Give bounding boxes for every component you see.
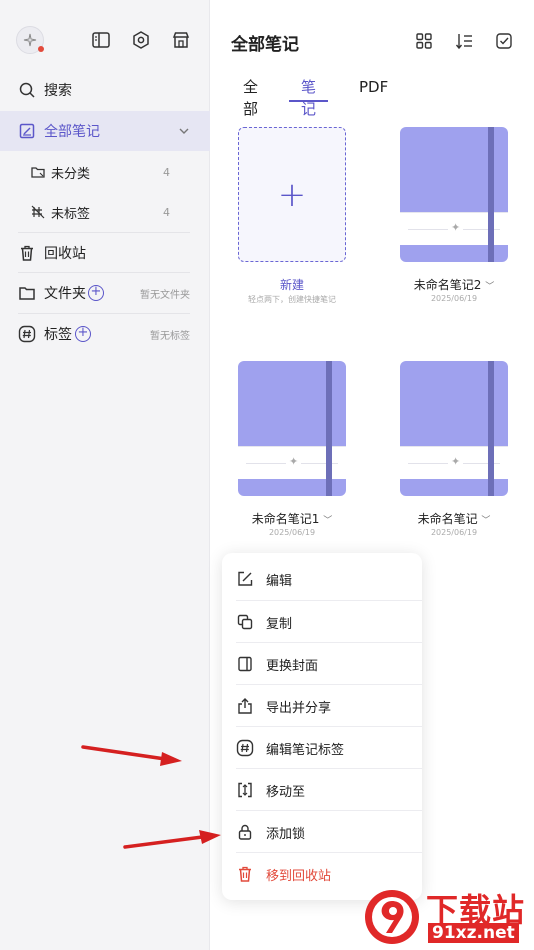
empty-hint: 暂无文件夹 — [140, 289, 190, 301]
select-icon[interactable] — [494, 31, 514, 51]
sidebar-item-label: 搜索 — [44, 83, 72, 99]
settings-icon[interactable] — [130, 29, 152, 51]
folder-icon — [30, 164, 46, 180]
note-band — [326, 361, 332, 496]
sparkle-icon: ✦ — [448, 221, 464, 234]
sidebar-item-search[interactable]: 搜索 — [0, 70, 210, 110]
card-title: 新建 — [279, 278, 304, 292]
note-edit-icon — [18, 122, 36, 140]
note-card[interactable]: ✦ — [400, 361, 508, 496]
sidebar-item-uncategorized[interactable]: 未分类 4 — [0, 152, 210, 192]
menu-item-copy[interactable]: 复制 — [222, 601, 422, 643]
menu-item-label: 移到回收站 — [266, 868, 332, 884]
annotation-arrow — [123, 830, 221, 849]
new-note-card[interactable]: + — [238, 127, 346, 262]
folder-icon — [18, 284, 36, 302]
menu-item-move-to[interactable]: 移动至 — [222, 769, 422, 811]
avatar[interactable] — [16, 26, 44, 54]
annotation-arrow — [81, 745, 182, 766]
sidebar-item-label: 文件夹 — [44, 286, 86, 302]
card-title[interactable]: 未命名笔记 ﹀ — [389, 510, 519, 527]
menu-item-export-share[interactable]: 导出并分享 — [222, 685, 422, 727]
card-date: 2025/06/19 — [430, 294, 478, 303]
menu-item-add-lock[interactable]: 添加锁 — [222, 811, 422, 853]
tab-notes[interactable]: 笔记 — [289, 76, 329, 118]
menu-item-change-cover[interactable]: 更换封面 — [222, 643, 422, 685]
add-folder-button[interactable]: + — [88, 285, 104, 301]
menu-item-edit[interactable]: 编辑 — [222, 558, 422, 600]
untagged-icon — [30, 204, 46, 220]
card-subtitle: 轻点两下，创建快捷笔记 — [248, 295, 336, 304]
empty-hint: 暂无标签 — [150, 330, 190, 342]
card-title[interactable]: 未命名笔记2 ﹀ — [389, 276, 519, 293]
move-icon — [236, 781, 254, 799]
count-badge: 4 — [163, 205, 170, 219]
trash-icon — [18, 244, 36, 262]
watermark: 下载站 91xz.net — [362, 885, 534, 950]
sparkle-icon — [23, 33, 37, 47]
note-card[interactable]: ✦ — [400, 127, 508, 262]
store-icon[interactable] — [170, 29, 192, 51]
sidebar-item-trash[interactable]: 回收站 — [0, 233, 210, 273]
hash-icon — [236, 739, 254, 757]
notification-dot — [38, 46, 44, 52]
context-menu: 编辑 复制 更换封面 导出并分享 编辑笔记标签 移动至 添加锁 移到回收站 — [222, 553, 422, 900]
menu-item-label: 编辑笔记标签 — [266, 742, 345, 758]
sidebar-item-label: 回收站 — [44, 246, 86, 262]
card-date: 2025/06/19 — [268, 528, 316, 537]
menu-item-edit-tags[interactable]: 编辑笔记标签 — [222, 727, 422, 769]
menu-item-label: 导出并分享 — [266, 700, 332, 716]
copy-icon — [236, 613, 254, 631]
count-badge: 4 — [163, 165, 170, 179]
menu-item-label: 复制 — [266, 616, 293, 632]
card-date: 2025/06/19 — [430, 528, 478, 537]
page-title: 全部笔记 — [231, 35, 299, 55]
menu-item-label: 更换封面 — [266, 658, 319, 674]
tab-all[interactable]: 全部 — [231, 76, 270, 118]
tab-pdf[interactable]: PDF — [347, 76, 400, 102]
cover-icon — [236, 655, 254, 673]
note-card[interactable]: ✦ — [238, 361, 346, 496]
menu-item-label: 添加锁 — [266, 826, 306, 842]
sidebar-item-label: 全部笔记 — [44, 124, 100, 140]
note-band — [488, 361, 494, 496]
sidebar-item-label: 未标签 — [51, 206, 91, 222]
watermark-logo — [365, 890, 419, 944]
sidebar-toolbar — [16, 26, 193, 56]
sidebar-item-all-notes[interactable]: 全部笔记 — [0, 111, 210, 151]
sidebar-item-tags[interactable]: 标签 + 暂无标签 — [0, 314, 210, 354]
add-tag-button[interactable]: + — [75, 326, 91, 342]
sidebar-toggle-icon[interactable] — [90, 29, 112, 51]
lock-icon — [236, 823, 254, 841]
hash-icon — [18, 325, 36, 343]
edit-icon — [236, 570, 254, 588]
sidebar-item-untagged[interactable]: 未标签 4 — [0, 192, 210, 232]
chevron-down-icon[interactable]: ﹀ — [485, 282, 494, 292]
trash-icon — [236, 865, 254, 883]
sidebar: 搜索 全部笔记 未分类 4 未标签 4 回收站 文件夹 + 暂无文件夹 标签 +… — [0, 0, 210, 950]
sidebar-item-label: 未分类 — [51, 166, 91, 182]
watermark-url: 91xz.net — [428, 923, 519, 943]
sort-icon[interactable] — [454, 31, 474, 51]
sidebar-item-folders[interactable]: 文件夹 + 暂无文件夹 — [0, 273, 210, 313]
plus-icon: + — [277, 174, 307, 215]
sparkle-icon: ✦ — [448, 455, 464, 468]
sparkle-icon: ✦ — [286, 455, 302, 468]
search-icon — [18, 81, 36, 99]
share-icon — [236, 697, 254, 715]
menu-item-label: 移动至 — [266, 784, 306, 800]
grid-view-icon[interactable] — [414, 31, 434, 51]
chevron-down-icon[interactable] — [178, 125, 190, 137]
menu-item-label: 编辑 — [266, 573, 293, 589]
note-band — [488, 127, 494, 262]
card-title[interactable]: 未命名笔记1 ﹀ — [227, 510, 357, 527]
sidebar-item-label: 标签 — [44, 327, 72, 343]
chevron-down-icon[interactable]: ﹀ — [481, 516, 490, 526]
chevron-down-icon[interactable]: ﹀ — [323, 516, 332, 526]
